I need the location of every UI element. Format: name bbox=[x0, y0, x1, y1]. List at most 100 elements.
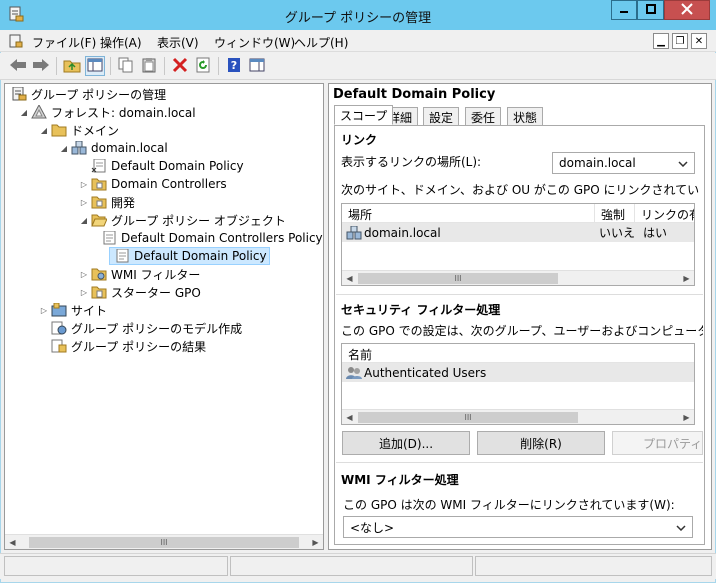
tree-item-gpo-container[interactable]: ◢ グループ ポリシー オブジェクト bbox=[9, 211, 321, 229]
refresh-icon bbox=[195, 57, 211, 76]
tab-status[interactable]: 状態 bbox=[507, 107, 544, 125]
paste-button[interactable] bbox=[139, 56, 159, 76]
sites-icon bbox=[51, 302, 67, 317]
menu-help[interactable]: ヘルプ(H) bbox=[294, 34, 348, 51]
help-button[interactable]: ? bbox=[224, 56, 244, 76]
wmi-filter-dropdown[interactable]: <なし> bbox=[343, 516, 693, 538]
scroll-right-icon[interactable]: ▶ bbox=[679, 274, 694, 283]
action-pane-icon bbox=[249, 58, 265, 75]
mdi-close-button[interactable]: ✕ bbox=[691, 33, 707, 49]
menu-action[interactable]: 操作(A) bbox=[100, 34, 142, 51]
tree-item-label: Default Domain Policy bbox=[134, 249, 267, 263]
properties-button[interactable]: プロパティ(P bbox=[612, 431, 703, 455]
table-row[interactable]: domain.local いいえ はい bbox=[342, 223, 694, 242]
tree-item-starter-gpo[interactable]: ▷ スターター GPO bbox=[9, 283, 321, 301]
toolbar-separator bbox=[110, 57, 111, 75]
scroll-thumb[interactable]: III bbox=[29, 536, 299, 548]
location-dropdown[interactable]: domain.local bbox=[552, 152, 695, 174]
security-filter-list: 名前 Authenticated Users ◀ III ▶ bbox=[341, 343, 695, 425]
refresh-button[interactable] bbox=[193, 56, 213, 76]
tab-settings[interactable]: 設定 bbox=[423, 107, 460, 125]
scroll-thumb[interactable]: III bbox=[358, 272, 558, 284]
tree-item-gpo-ddcp[interactable]: Default Domain Controllers Policy bbox=[9, 229, 323, 247]
column-header-link-enabled[interactable]: リンクの有効 bbox=[635, 204, 694, 222]
scroll-thumb[interactable]: III bbox=[358, 411, 578, 423]
copy-icon bbox=[118, 57, 134, 76]
forward-button[interactable] bbox=[31, 56, 51, 76]
tree-item-label: グループ ポリシーのモデル作成 bbox=[71, 321, 243, 336]
tab-delegation[interactable]: 委任 bbox=[465, 107, 502, 125]
forest-icon bbox=[31, 103, 47, 119]
tree-item-wmi-filters[interactable]: ▷ WMI フィルター bbox=[9, 265, 321, 283]
mdi-restore-button[interactable]: ❐ bbox=[672, 33, 688, 49]
menu-window[interactable]: ウィンドウ(W) bbox=[214, 34, 295, 51]
scroll-right-icon[interactable]: ▶ bbox=[679, 413, 694, 422]
tree-item-forest[interactable]: ◢ フォレスト: domain.local bbox=[9, 103, 321, 121]
delete-button[interactable] bbox=[170, 56, 190, 76]
menu-view[interactable]: 表示(V) bbox=[157, 34, 199, 51]
remove-button[interactable]: 削除(R) bbox=[477, 431, 605, 455]
minimize-button[interactable] bbox=[611, 0, 637, 20]
add-button[interactable]: 追加(D)... bbox=[342, 431, 470, 455]
copy-button[interactable] bbox=[116, 56, 136, 76]
collapsed-triangle-icon[interactable]: ▷ bbox=[79, 198, 89, 207]
tree-horizontal-scrollbar[interactable]: ◀ III ▶ bbox=[5, 534, 323, 549]
system-menu-icon[interactable] bbox=[8, 34, 24, 48]
ou-folder-icon bbox=[91, 177, 107, 191]
tree-item-label: 開発 bbox=[111, 195, 136, 210]
tree-item-ddp-link[interactable]: Default Domain Policy bbox=[9, 157, 321, 175]
tree-item-label: Domain Controllers bbox=[111, 177, 227, 191]
back-button[interactable] bbox=[8, 56, 28, 76]
collapsed-triangle-icon[interactable]: ▷ bbox=[39, 306, 49, 315]
gpo-icon bbox=[101, 230, 117, 245]
toolbar-separator bbox=[56, 57, 57, 75]
table-row[interactable]: Authenticated Users bbox=[342, 363, 694, 382]
expanded-triangle-icon[interactable]: ◢ bbox=[59, 144, 69, 153]
column-header-location[interactable]: 場所 bbox=[342, 204, 595, 222]
toolbar-separator bbox=[218, 57, 219, 75]
mdi-minimize-button[interactable]: ▁ bbox=[653, 33, 669, 49]
tree-item-gpmc-root[interactable]: グループ ポリシーの管理 bbox=[9, 85, 321, 103]
console-tree-icon bbox=[87, 58, 103, 75]
collapsed-triangle-icon[interactable]: ▷ bbox=[79, 288, 89, 297]
tab-scope[interactable]: スコープ bbox=[334, 105, 394, 125]
security-horizontal-scrollbar[interactable]: ◀ III ▶ bbox=[342, 409, 694, 424]
scroll-left-icon[interactable]: ◀ bbox=[342, 274, 357, 283]
up-one-level-button[interactable] bbox=[62, 56, 82, 76]
tree-item-gpo-ddp[interactable]: Default Domain Policy bbox=[9, 247, 321, 265]
tree-item-gp-modeling[interactable]: グループ ポリシーのモデル作成 bbox=[9, 319, 321, 337]
scroll-left-icon[interactable]: ◀ bbox=[342, 413, 357, 422]
chevron-down-icon bbox=[676, 520, 686, 534]
tree-item-gp-results[interactable]: グループ ポリシーの結果 bbox=[9, 337, 321, 355]
expanded-triangle-icon[interactable]: ◢ bbox=[19, 108, 29, 117]
links-horizontal-scrollbar[interactable]: ◀ III ▶ bbox=[342, 270, 694, 285]
menu-file[interactable]: ファイル(F) bbox=[32, 34, 96, 51]
maximize-button[interactable] bbox=[637, 0, 664, 20]
collapsed-triangle-icon[interactable]: ▷ bbox=[79, 180, 89, 189]
selected-node[interactable]: Default Domain Policy bbox=[109, 247, 270, 265]
scroll-right-icon[interactable]: ▶ bbox=[308, 538, 323, 547]
tree-item-label: グループ ポリシーの管理 bbox=[31, 87, 167, 102]
section-divider bbox=[336, 294, 703, 295]
paste-icon bbox=[141, 57, 157, 76]
help-book-icon: ? bbox=[226, 57, 242, 76]
scroll-left-icon[interactable]: ◀ bbox=[5, 538, 20, 547]
tree-item-sites[interactable]: ▷ サイト bbox=[9, 301, 321, 319]
show-action-pane-button[interactable] bbox=[247, 56, 267, 76]
collapsed-triangle-icon[interactable]: ▷ bbox=[79, 270, 89, 279]
minimize-icon: ▁ bbox=[657, 35, 665, 47]
tree-item-dev-ou[interactable]: ▷ 開発 bbox=[9, 193, 321, 211]
show-hide-console-tree-button[interactable] bbox=[85, 56, 105, 76]
column-header-name[interactable]: 名前 bbox=[342, 344, 694, 362]
tree-item-domain-local[interactable]: ◢ domain.local bbox=[9, 139, 321, 157]
close-button[interactable] bbox=[664, 0, 710, 20]
tree-item-domain-controllers[interactable]: ▷ Domain Controllers bbox=[9, 175, 321, 193]
security-filtering-description: この GPO での設定は、次のグループ、ユーザーおよびコンピューターにのみ適 bbox=[341, 324, 703, 338]
domain-icon bbox=[346, 225, 362, 240]
wmi-folder-icon bbox=[91, 267, 107, 281]
expanded-triangle-icon[interactable]: ◢ bbox=[79, 216, 89, 225]
maximize-icon bbox=[645, 3, 656, 17]
column-header-enforced[interactable]: 強制 bbox=[595, 204, 635, 222]
expanded-triangle-icon[interactable]: ◢ bbox=[39, 126, 49, 135]
tree-item-domains[interactable]: ◢ ドメイン bbox=[9, 121, 321, 139]
